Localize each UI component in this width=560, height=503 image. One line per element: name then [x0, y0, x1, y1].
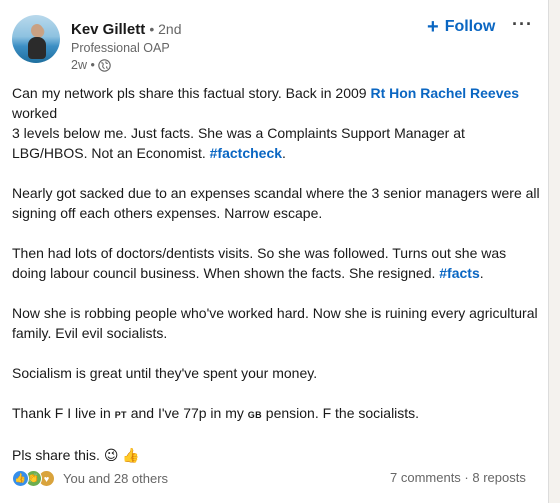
post-paragraph-6: Thank F I live in PT and I've 77p in my … — [12, 403, 542, 425]
post-paragraph-7: Pls share this. 😉 👍 — [12, 447, 140, 463]
post-text: worked — [12, 105, 58, 121]
follow-label: Follow — [444, 18, 496, 35]
post-time: 2w • — [71, 58, 95, 72]
post-body: Can my network pls share this factual st… — [12, 83, 542, 485]
post-text: and I've 77p in my — [126, 405, 248, 421]
post-text: Thank F I live in — [12, 405, 115, 421]
post-time-row: 2w • — [71, 58, 111, 72]
post-paragraph-1: Can my network pls share this factual st… — [12, 83, 542, 163]
post-paragraph-2: Nearly got sacked due to an expenses sca… — [12, 185, 540, 221]
author-name-row[interactable]: Kev Gillett • 2nd — [71, 21, 182, 38]
post-text: . — [479, 265, 484, 281]
avatar-head — [31, 24, 43, 37]
post-text: pension. F the socialists. — [261, 405, 420, 421]
more-options-button[interactable]: ··· — [512, 14, 533, 35]
hashtag-factcheck[interactable]: #factcheck — [210, 145, 282, 161]
follow-button[interactable]: + Follow — [427, 15, 495, 39]
plus-icon: + — [427, 16, 439, 38]
post-text: Then had lots of doctors/dentists visits… — [12, 245, 507, 281]
comments-reposts-stats[interactable]: 7 comments · 8 reposts — [390, 470, 526, 485]
reaction-icons: 👍 👏 ♥ — [12, 470, 55, 487]
avatar-body — [28, 37, 46, 59]
post-paragraph-5: Socialism is great until they've spent y… — [12, 365, 318, 381]
mention-link[interactable]: Rt Hon Rachel Reeves — [370, 85, 519, 101]
feed-post-card: Kev Gillett • 2nd Professional OAP 2w • … — [0, 0, 549, 503]
author-name[interactable]: Kev Gillett — [71, 21, 145, 38]
like-reaction-icon: 👍 — [12, 470, 29, 487]
post-paragraph-3: Then had lots of doctors/dentists visits… — [12, 243, 542, 283]
reactions-count[interactable]: You and 28 others — [63, 471, 168, 486]
author-headline: Professional OAP — [71, 41, 170, 55]
post-text-smallcaps: GB — [247, 410, 262, 420]
post-text: . — [282, 145, 286, 161]
author-avatar[interactable] — [12, 15, 60, 63]
reactions-summary[interactable]: 👍 👏 ♥ You and 28 others — [12, 470, 168, 487]
post-text: Can my network pls share this factual st… — [12, 85, 371, 101]
connection-degree: • 2nd — [149, 21, 182, 37]
globe-icon — [98, 58, 111, 72]
hashtag-facts[interactable]: #facts — [439, 265, 479, 281]
post-paragraph-4: Now she is robbing people who've worked … — [12, 305, 538, 341]
post-text-smallcaps: PT — [114, 410, 127, 420]
